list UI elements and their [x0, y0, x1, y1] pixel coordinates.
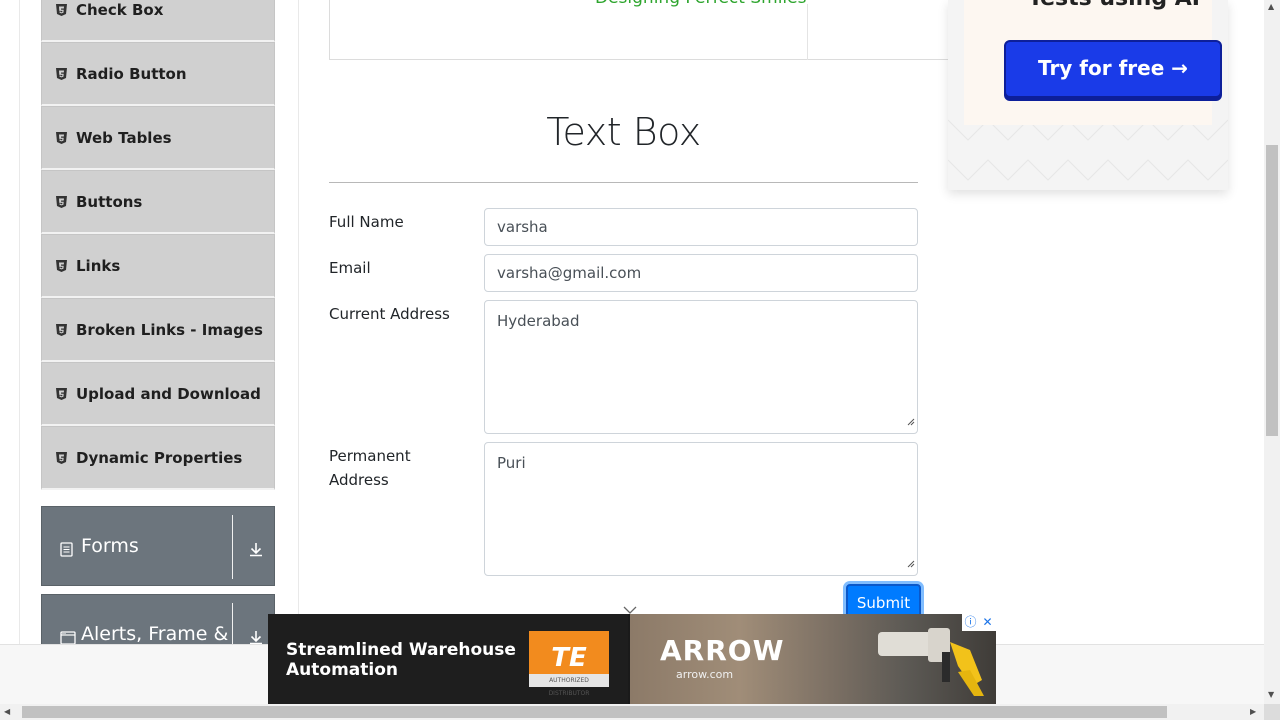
full-name-value: varsha	[497, 218, 548, 236]
sidebar-item-buttons[interactable]: Buttons	[41, 170, 275, 234]
permanent-address-label-line2: Address	[329, 471, 389, 489]
ad-choices: ⓘ ✕	[962, 614, 996, 631]
permanent-address-label-line1: Permanent	[329, 447, 411, 465]
sidebar-divider	[298, 0, 299, 704]
sidebar-item-radio-button[interactable]: Radio Button	[41, 42, 275, 106]
page-title: Text Box	[546, 110, 701, 154]
current-address-textarea[interactable]: Hyderabad	[484, 300, 918, 434]
email-label: Email	[329, 259, 371, 277]
email-input[interactable]: varsha@gmail.com	[484, 254, 918, 292]
html5-icon	[56, 259, 67, 272]
top-ad-banner[interactable]	[329, 0, 949, 60]
sidebar-item-label: Links	[76, 256, 121, 275]
horizontal-scroll-thumb[interactable]	[22, 706, 1167, 718]
sidebar-item-web-tables[interactable]: Web Tables	[41, 106, 275, 170]
te-logo: TE AUTHORIZED DISTRIBUTOR	[529, 631, 609, 697]
vertical-scroll-thumb[interactable]	[1266, 145, 1278, 436]
right-ad-banner[interactable]: Tests using AI Try for free →	[948, 0, 1228, 190]
sidebar-item-label: Check Box	[76, 0, 164, 19]
sidebar-item-label: Broken Links - Images	[76, 320, 263, 339]
current-address-value: Hyderabad	[497, 312, 580, 330]
info-icon[interactable]: ⓘ	[962, 614, 979, 631]
permanent-address-textarea[interactable]: Puri	[484, 442, 918, 576]
try-for-free-button[interactable]: Try for free →	[1004, 40, 1222, 98]
sidebar-item-label: Radio Button	[76, 64, 187, 83]
scroll-left-icon[interactable]: ◀	[4, 707, 10, 716]
sidebar-item-broken-links[interactable]: Broken Links - Images	[41, 298, 275, 362]
scrollbar-corner	[1264, 704, 1280, 720]
left-gutter-divider	[19, 0, 20, 704]
permanent-address-value: Puri	[497, 454, 526, 472]
document-icon	[60, 540, 73, 562]
email-value: varsha@gmail.com	[497, 264, 642, 282]
ad-headline-line2: Automation	[286, 660, 398, 680]
close-icon[interactable]: ✕	[979, 614, 996, 631]
html5-icon	[56, 451, 67, 464]
sidebar-item-upload-download[interactable]: Upload and Download	[41, 362, 275, 426]
html5-icon	[56, 3, 67, 16]
te-logo-text: TE	[551, 643, 587, 673]
html5-icon	[56, 323, 67, 336]
full-name-input[interactable]: varsha	[484, 208, 918, 246]
html5-icon	[56, 195, 67, 208]
resize-handle-icon[interactable]	[907, 553, 915, 573]
html5-icon	[56, 131, 67, 144]
full-name-label: Full Name	[329, 213, 404, 231]
sidebar-element-list: Check Box Radio Button Web Tables Button…	[41, 0, 275, 490]
sidebar-item-label: Upload and Download	[76, 384, 261, 403]
sidebar-item-label: Dynamic Properties	[76, 448, 243, 467]
download-arrow-icon[interactable]	[248, 540, 264, 562]
ad-headline: Streamlined Warehouse Automation	[286, 640, 516, 680]
sidebar-group-label: Forms	[81, 535, 139, 557]
te-logo-subtext: AUTHORIZED DISTRIBUTOR	[529, 674, 609, 697]
title-divider	[329, 182, 918, 183]
sidebar-item-label: Buttons	[76, 192, 143, 211]
permanent-address-label: Permanent Address	[329, 444, 411, 492]
bottom-ad-banner[interactable]: Streamlined Warehouse Automation TE AUTH…	[268, 614, 996, 704]
page: Check Box Radio Button Web Tables Button…	[0, 0, 1264, 704]
sidebar-item-check-box[interactable]: Check Box	[41, 0, 275, 42]
scroll-up-icon[interactable]: ▲	[1268, 2, 1274, 11]
current-address-label: Current Address	[329, 305, 450, 323]
sidebar-item-links[interactable]: Links	[41, 234, 275, 298]
html5-icon	[56, 387, 67, 400]
group-divider	[232, 515, 233, 579]
top-ad-divider	[807, 4, 808, 60]
scroll-down-icon[interactable]: ▼	[1268, 690, 1274, 699]
sidebar-group-forms[interactable]: Forms	[41, 506, 275, 586]
html5-icon	[56, 67, 67, 80]
resize-handle-icon[interactable]	[907, 411, 915, 431]
ad-headline-line1: Streamlined Warehouse	[286, 640, 516, 660]
horizontal-scrollbar[interactable]: ◀ ▶	[0, 704, 1264, 720]
sidebar-group-label: Alerts, Frame &	[81, 623, 229, 645]
top-ad-text[interactable]: Designing Perfect Smiles	[595, 0, 806, 8]
vertical-scrollbar[interactable]: ▲ ▼	[1264, 0, 1280, 704]
sidebar-item-label: Web Tables	[76, 128, 172, 147]
ad-headline: Tests using AI	[1028, 0, 1200, 11]
arrow-url: arrow.com	[676, 668, 734, 681]
sidebar-item-dynamic-properties[interactable]: Dynamic Properties	[41, 426, 275, 490]
scroll-right-icon[interactable]: ▶	[1250, 707, 1256, 716]
robot-arm-icon	[878, 628, 984, 696]
arrow-logo: ARROW	[660, 634, 785, 667]
